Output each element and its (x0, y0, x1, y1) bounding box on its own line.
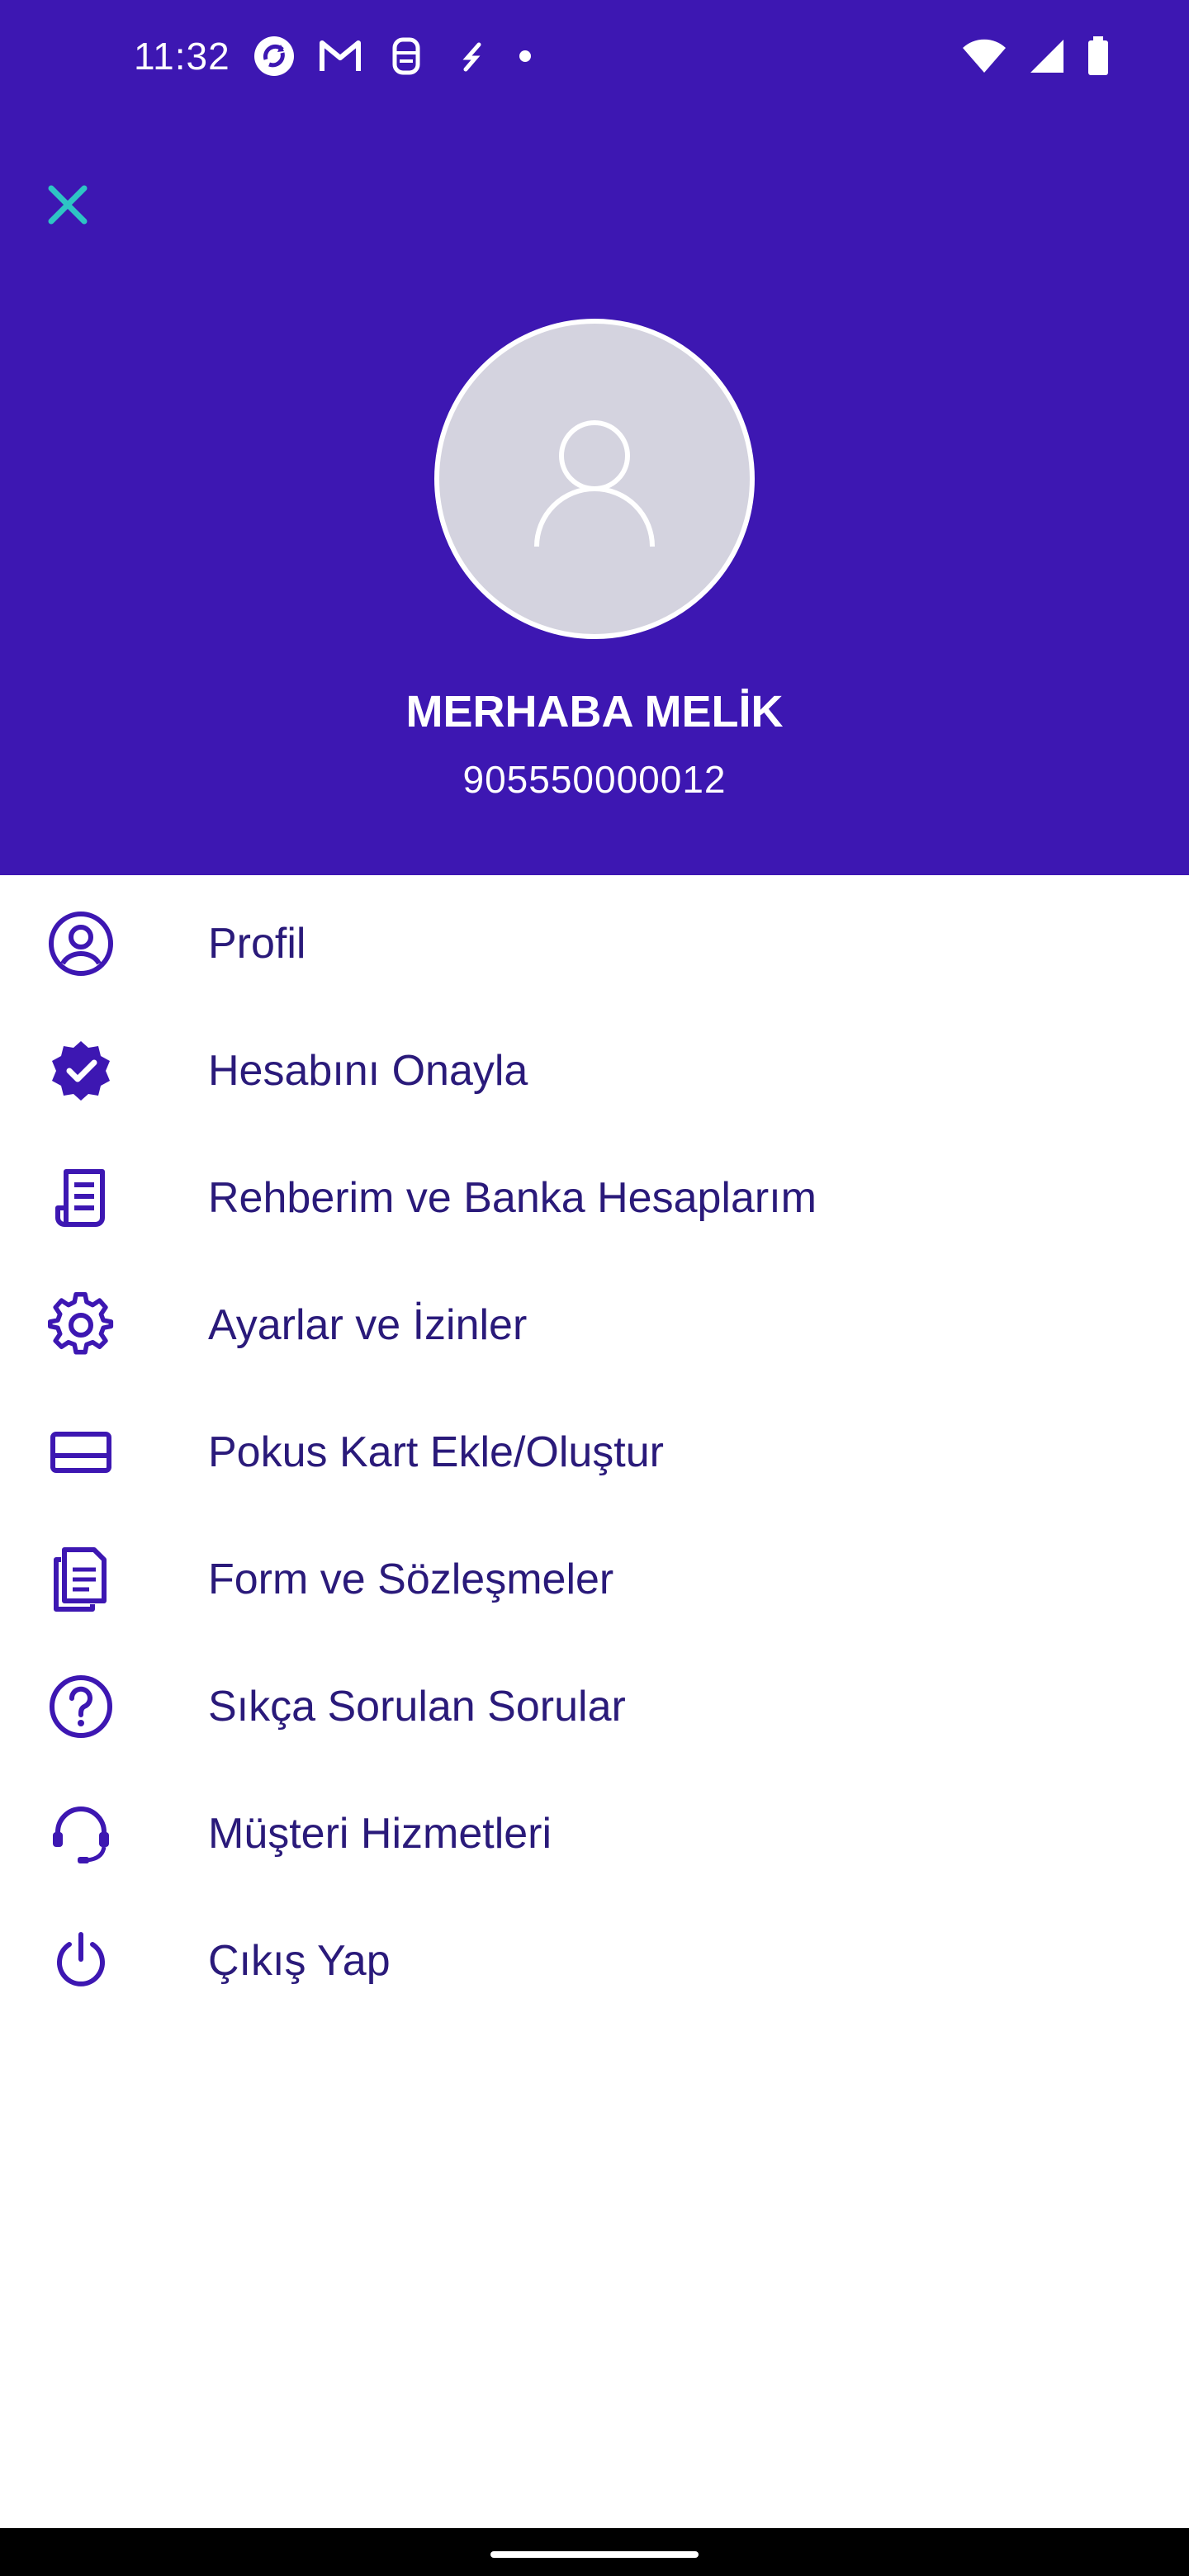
verified-badge-icon (46, 1036, 116, 1106)
headset-icon (46, 1799, 116, 1868)
menu-item-label: Müşteri Hizmetleri (208, 1810, 552, 1858)
sync-app-icon (253, 35, 296, 78)
help-circle-icon (46, 1672, 116, 1741)
menu-item-label: Profil (208, 920, 306, 968)
menu-list: Profil Hesabını Onayla Rehberim ve Banka… (0, 875, 1189, 2024)
menu-item-contacts-bank-accounts[interactable]: Rehberim ve Banka Hesaplarım (0, 1134, 1189, 1262)
status-bar: 11:32 (0, 0, 1189, 116)
menu-item-customer-service[interactable]: Müşteri Hizmetleri (0, 1770, 1189, 1897)
menu-item-logout[interactable]: Çıkış Yap (0, 1897, 1189, 2024)
menu-item-label: Form ve Sözleşmeler (208, 1556, 614, 1603)
menu-item-add-card[interactable]: Pokus Kart Ekle/Oluştur (0, 1389, 1189, 1516)
home-gesture-handle[interactable] (490, 2551, 699, 2558)
greeting-title: MERHABA MELİK (405, 687, 784, 736)
credit-card-icon (46, 1418, 116, 1487)
status-time: 11:32 (134, 35, 230, 78)
menu-item-settings-permissions[interactable]: Ayarlar ve İzinler (0, 1262, 1189, 1389)
menu-item-verify-account[interactable]: Hesabını Onayla (0, 1007, 1189, 1134)
notification-icons (253, 31, 533, 81)
gmail-icon (319, 35, 362, 78)
power-icon (46, 1926, 116, 1996)
side-menu-screen: 11:32 MERHABA MELİK 905550000012 Profil … (0, 0, 1189, 2576)
receipt-icon (46, 1163, 116, 1233)
user-circle-icon (46, 909, 116, 978)
user-phone-number: 905550000012 (462, 758, 727, 801)
menu-item-profile[interactable]: Profil (0, 880, 1189, 1007)
profile-header: 11:32 MERHABA MELİK 905550000012 (0, 0, 1189, 875)
menu-item-label: Pokus Kart Ekle/Oluştur (208, 1428, 664, 1476)
menu-item-label: Çıkış Yap (208, 1937, 391, 1985)
avatar[interactable] (434, 319, 755, 639)
menu-item-label: Ayarlar ve İzinler (208, 1301, 528, 1349)
system-navigation-bar (0, 2528, 1189, 2576)
menu-item-faq[interactable]: Sıkça Sorulan Sorular (0, 1643, 1189, 1770)
battery-icon (1087, 36, 1110, 80)
close-button[interactable] (36, 173, 99, 236)
menu-item-forms-agreements[interactable]: Form ve Sözleşmeler (0, 1516, 1189, 1643)
link-icon (451, 35, 494, 78)
gear-icon (46, 1290, 116, 1360)
more-notifications-dot (517, 35, 533, 78)
menu-item-label: Hesabını Onayla (208, 1047, 528, 1095)
menu-item-label: Rehberim ve Banka Hesaplarım (208, 1174, 817, 1222)
close-icon (48, 185, 88, 225)
menu-item-label: Sıkça Sorulan Sorular (208, 1683, 626, 1731)
system-status-icons (961, 33, 1110, 83)
wifi-icon (961, 38, 1007, 78)
user-placeholder-icon (534, 420, 655, 547)
cellular-signal-icon (1029, 38, 1065, 78)
documents-icon (46, 1545, 116, 1614)
privacy-icon (385, 35, 428, 78)
